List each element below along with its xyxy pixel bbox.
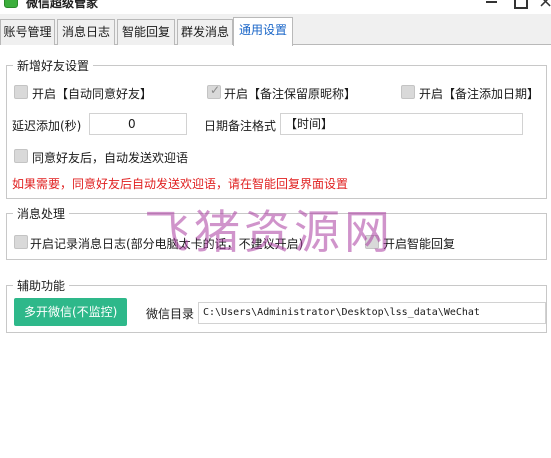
tab-bar: 账号管理 消息日志 智能回复 群发消息 通用设置 — [0, 16, 551, 46]
auto-accept-label[interactable]: 开启【自动同意好友】 — [32, 85, 152, 102]
delay-label: 延迟添加(秒) — [12, 119, 82, 133]
keep-nickname-checkbox[interactable] — [207, 83, 221, 99]
tab-general-settings[interactable]: 通用设置 — [233, 17, 293, 46]
wechat-dir-label: 微信目录 — [146, 307, 195, 321]
tab-account[interactable]: 账号管理 — [0, 19, 55, 45]
smart-reply-checkbox[interactable] — [365, 235, 379, 249]
tab-mass-message[interactable]: 群发消息 — [177, 19, 233, 45]
add-date-checkbox[interactable] — [401, 85, 415, 99]
maximize-icon[interactable] — [512, 0, 528, 10]
title-bar: 微信超级管家 — [0, 0, 551, 14]
settings-panel: 新增好友设置 开启【自动同意好友】 开启【备注保留原昵称】 开启【备注添加日期】… — [0, 45, 551, 458]
keep-nickname-label[interactable]: 开启【备注保留原昵称】 — [224, 85, 356, 102]
multi-wechat-button[interactable]: 多开微信(不监控) — [14, 298, 128, 326]
group-title: 新增好友设置 — [17, 59, 90, 73]
date-format-input[interactable]: 【时间】 — [280, 113, 523, 135]
welcome-checkbox[interactable] — [14, 149, 28, 163]
wechat-dir-input[interactable]: C:\Users\Administrator\Desktop\lss_data\… — [198, 302, 546, 324]
window-title: 微信超级管家 — [26, 0, 99, 10]
app-logo-icon — [4, 0, 18, 8]
date-format-label: 日期备注格式 — [204, 119, 277, 133]
tab-smart-reply[interactable]: 智能回复 — [117, 19, 175, 45]
tab-message-log[interactable]: 消息日志 — [57, 19, 115, 45]
log-checkbox[interactable] — [14, 235, 28, 249]
minimize-icon[interactable] — [484, 0, 500, 10]
welcome-hint: 如果需要，同意好友后自动发送欢迎语，请在智能回复界面设置 — [12, 177, 349, 191]
group-title: 消息处理 — [17, 207, 66, 221]
smart-reply-label[interactable]: 开启智能回复 — [383, 235, 455, 252]
delay-input[interactable]: 0 — [89, 113, 187, 135]
close-icon[interactable] — [538, 0, 551, 12]
welcome-label[interactable]: 同意好友后，自动发送欢迎语 — [32, 149, 188, 166]
log-label[interactable]: 开启记录消息日志(部分电脑太卡的话，不建议开启) — [30, 235, 303, 252]
group-title: 辅助功能 — [17, 279, 66, 293]
auto-accept-checkbox[interactable] — [14, 85, 28, 99]
add-date-label[interactable]: 开启【备注添加日期】 — [419, 85, 539, 102]
